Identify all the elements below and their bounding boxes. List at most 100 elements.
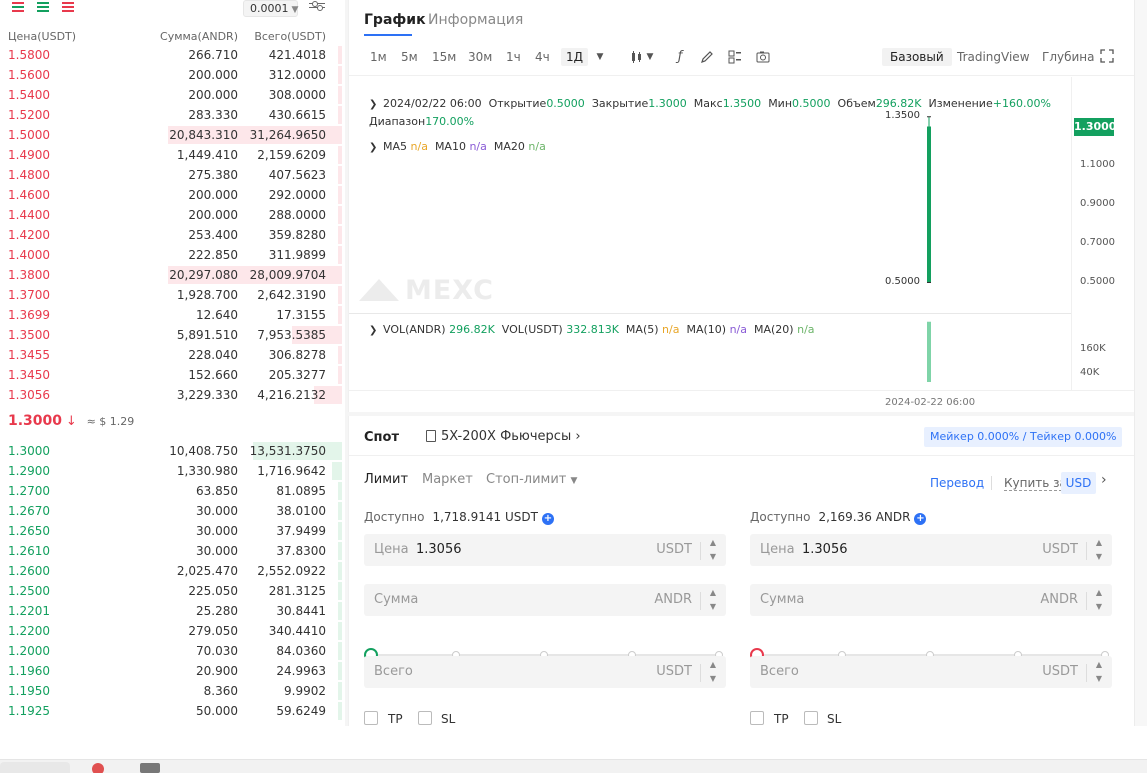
view-bids-icon[interactable]	[37, 1, 49, 15]
fullscreen-icon[interactable]	[1099, 49, 1115, 65]
settings-sliders-icon[interactable]	[309, 0, 325, 14]
sell-total-field[interactable]: Всего USDT ▲ ▼	[750, 656, 1112, 688]
bid-row[interactable]: 1.2610 30.000 37.8300	[0, 541, 345, 561]
bid-row[interactable]: 1.2670 30.000 38.0100	[0, 501, 345, 521]
tp-checkbox[interactable]	[364, 711, 378, 725]
pencil-icon[interactable]	[699, 49, 715, 65]
app-icon[interactable]	[140, 763, 160, 773]
interval-4h[interactable]: 4ч	[535, 50, 550, 64]
stepper-down-icon[interactable]: ▼	[1090, 550, 1108, 564]
stepper-up-icon[interactable]: ▲	[1090, 536, 1108, 550]
tab-chart[interactable]: График	[364, 12, 426, 28]
view-depth[interactable]: Глубина	[1042, 50, 1095, 64]
stepper-down-icon[interactable]: ▼	[704, 672, 722, 686]
tp-checkbox[interactable]	[750, 711, 764, 725]
transfer-link[interactable]: Перевод	[930, 476, 984, 490]
interval-1h[interactable]: 1ч	[506, 50, 521, 64]
add-funds-icon[interactable]: +	[541, 513, 554, 525]
stepper-up-icon[interactable]: ▲	[704, 658, 722, 672]
app-icon[interactable]	[92, 763, 104, 773]
camera-icon[interactable]	[755, 49, 771, 65]
ask-row[interactable]: 1.5800 266.710 421.4018	[0, 45, 345, 65]
precision-select[interactable]: 0.0001 ▼	[243, 0, 298, 17]
add-funds-icon[interactable]: +	[914, 513, 927, 525]
stepper-down-icon[interactable]: ▼	[704, 550, 722, 564]
order-type-limit[interactable]: Лимит	[364, 472, 408, 487]
sell-amount-field[interactable]: Сумма ANDR ▲ ▼	[750, 584, 1112, 616]
bid-row[interactable]: 1.1960 20.900 24.9963	[0, 661, 345, 681]
interval-5m[interactable]: 5м	[401, 50, 418, 64]
ask-row[interactable]: 1.5600 200.000 312.0000	[0, 65, 345, 85]
stepper-down-icon[interactable]: ▼	[1090, 672, 1108, 686]
order-type-stop-limit[interactable]: Стоп-лимит ▼	[486, 472, 577, 487]
layout-grid-icon[interactable]	[727, 49, 743, 65]
stepper-down-icon[interactable]: ▼	[1090, 600, 1108, 614]
futures-link[interactable]: 5X-200X Фьючерсы ›	[426, 429, 581, 444]
taskbar-tab[interactable]	[0, 762, 70, 773]
buy-amount-field[interactable]: Сумма ANDR ▲ ▼	[364, 584, 726, 616]
interval-15m[interactable]: 15м	[432, 50, 456, 64]
currency-select[interactable]: USD	[1061, 472, 1096, 494]
ask-row[interactable]: 1.5400 200.000 308.0000	[0, 85, 345, 105]
ask-row[interactable]: 1.4900 1,449.410 2,159.6209	[0, 145, 345, 165]
ask-row[interactable]: 1.5200 283.330 430.6615	[0, 105, 345, 125]
ask-row[interactable]: 1.4800 275.380 407.5623	[0, 165, 345, 185]
stepper-up-icon[interactable]: ▲	[1090, 586, 1108, 600]
bid-row[interactable]: 1.3000 10,408.750 13,531.3750	[0, 441, 345, 461]
bid-row[interactable]: 1.2000 70.030 84.0360	[0, 641, 345, 661]
chevron-down-icon[interactable]: ❯	[369, 325, 379, 336]
interval-30m[interactable]: 30м	[468, 50, 492, 64]
price-axis[interactable]: 1.3000 1.1000 0.9000 0.7000 0.5000 160K 40K	[1071, 77, 1135, 390]
chevron-down-icon[interactable]: ▼	[642, 49, 658, 65]
chevron-down-icon[interactable]: ▼	[592, 49, 608, 65]
bid-row[interactable]: 1.2600 2,025.470 2,552.0922	[0, 561, 345, 581]
bid-row[interactable]: 1.2900 1,330.980 1,716.9642	[0, 461, 345, 481]
sell-price-field[interactable]: Цена 1.3056 USDT ▲ ▼	[750, 534, 1112, 566]
ask-row[interactable]: 1.3056 3,229.330 4,216.2132	[0, 385, 345, 405]
ask-row[interactable]: 1.3500 5,891.510 7,953.5385	[0, 325, 345, 345]
bid-row[interactable]: 1.1950 8.360 9.9902	[0, 681, 345, 701]
bid-row[interactable]: 1.2201 25.280 30.8441	[0, 601, 345, 621]
ask-row[interactable]: 1.5000 20,843.310 31,264.9650	[0, 125, 345, 145]
ask-row[interactable]: 1.4400 200.000 288.0000	[0, 205, 345, 225]
buy-with-label[interactable]: Купить за	[1004, 476, 1067, 491]
ask-row[interactable]: 1.4200 253.400 359.8280	[0, 225, 345, 245]
view-basic[interactable]: Базовый	[882, 48, 952, 66]
ask-row[interactable]: 1.4000 222.850 311.9899	[0, 245, 345, 265]
price-value[interactable]: 1.3056	[416, 542, 462, 557]
stepper-up-icon[interactable]: ▲	[1090, 658, 1108, 672]
interval-1m[interactable]: 1м	[370, 50, 387, 64]
order-type-market[interactable]: Маркет	[422, 472, 473, 487]
buy-price-field[interactable]: Цена 1.3056 USDT ▲ ▼	[364, 534, 726, 566]
ask-row[interactable]: 1.3455 228.040 306.8278	[0, 345, 345, 365]
total-stepper[interactable]: ▲ ▼	[700, 658, 722, 686]
price-stepper[interactable]: ▲ ▼	[700, 536, 722, 564]
ask-row[interactable]: 1.3699 12.640 17.3155	[0, 305, 345, 325]
amount-stepper[interactable]: ▲ ▼	[700, 586, 722, 614]
indicator-fx-icon[interactable]: ƒ	[672, 49, 688, 65]
chart-area[interactable]: MEXC ❯ 2024/02/22 06:00 Открытие0.5000 За…	[349, 77, 1135, 412]
tab-info[interactable]: Информация	[428, 12, 523, 28]
view-both-icon[interactable]	[12, 1, 24, 15]
stepper-down-icon[interactable]: ▼	[704, 600, 722, 614]
bid-row[interactable]: 1.2500 225.050 281.3125	[0, 581, 345, 601]
tab-spot[interactable]: Спот	[364, 430, 399, 445]
ask-row[interactable]: 1.4600 200.000 292.0000	[0, 185, 345, 205]
buy-total-field[interactable]: Всего USDT ▲ ▼	[364, 656, 726, 688]
bid-row[interactable]: 1.2700 63.850 81.0895	[0, 481, 345, 501]
ask-row[interactable]: 1.3450 152.660 205.3277	[0, 365, 345, 385]
stepper-up-icon[interactable]: ▲	[704, 536, 722, 550]
bid-row[interactable]: 1.2200 279.050 340.4410	[0, 621, 345, 641]
bid-row[interactable]: 1.2650 30.000 37.9499	[0, 521, 345, 541]
price-value[interactable]: 1.3056	[802, 542, 848, 557]
stepper-up-icon[interactable]: ▲	[704, 586, 722, 600]
bid-row[interactable]: 1.1925 50.000 59.6249	[0, 701, 345, 721]
sl-checkbox[interactable]	[418, 711, 432, 725]
total-stepper[interactable]: ▲ ▼	[1086, 658, 1108, 686]
view-asks-icon[interactable]	[62, 1, 74, 15]
right-scroll-edge[interactable]	[1134, 0, 1147, 726]
ask-row[interactable]: 1.3800 20,297.080 28,009.9704	[0, 265, 345, 285]
sl-checkbox[interactable]	[804, 711, 818, 725]
amount-stepper[interactable]: ▲ ▼	[1086, 586, 1108, 614]
interval-1d[interactable]: 1Д	[561, 48, 589, 66]
